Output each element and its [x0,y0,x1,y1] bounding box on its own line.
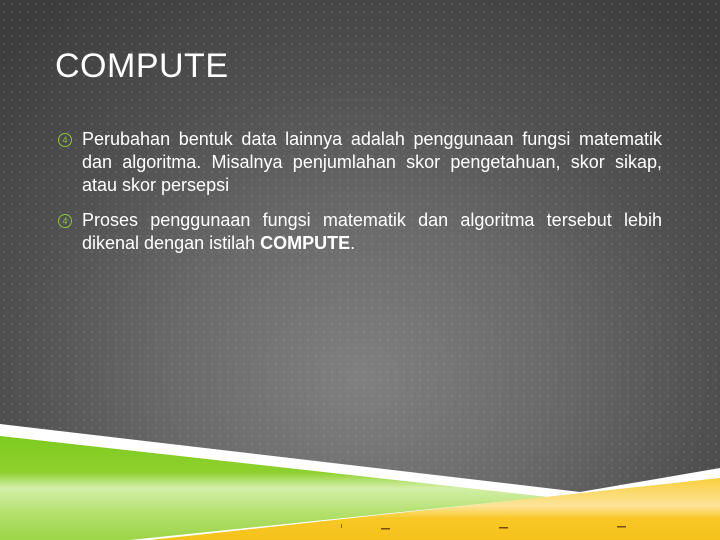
footer-mark [341,524,342,528]
footer-mark [381,528,390,530]
footer-mark [499,527,508,529]
footer-mark [617,526,626,528]
decorative-footer-shapes [0,424,720,540]
slide: COMPUTE 4 Perubahan bentuk data lainnya … [0,0,720,540]
